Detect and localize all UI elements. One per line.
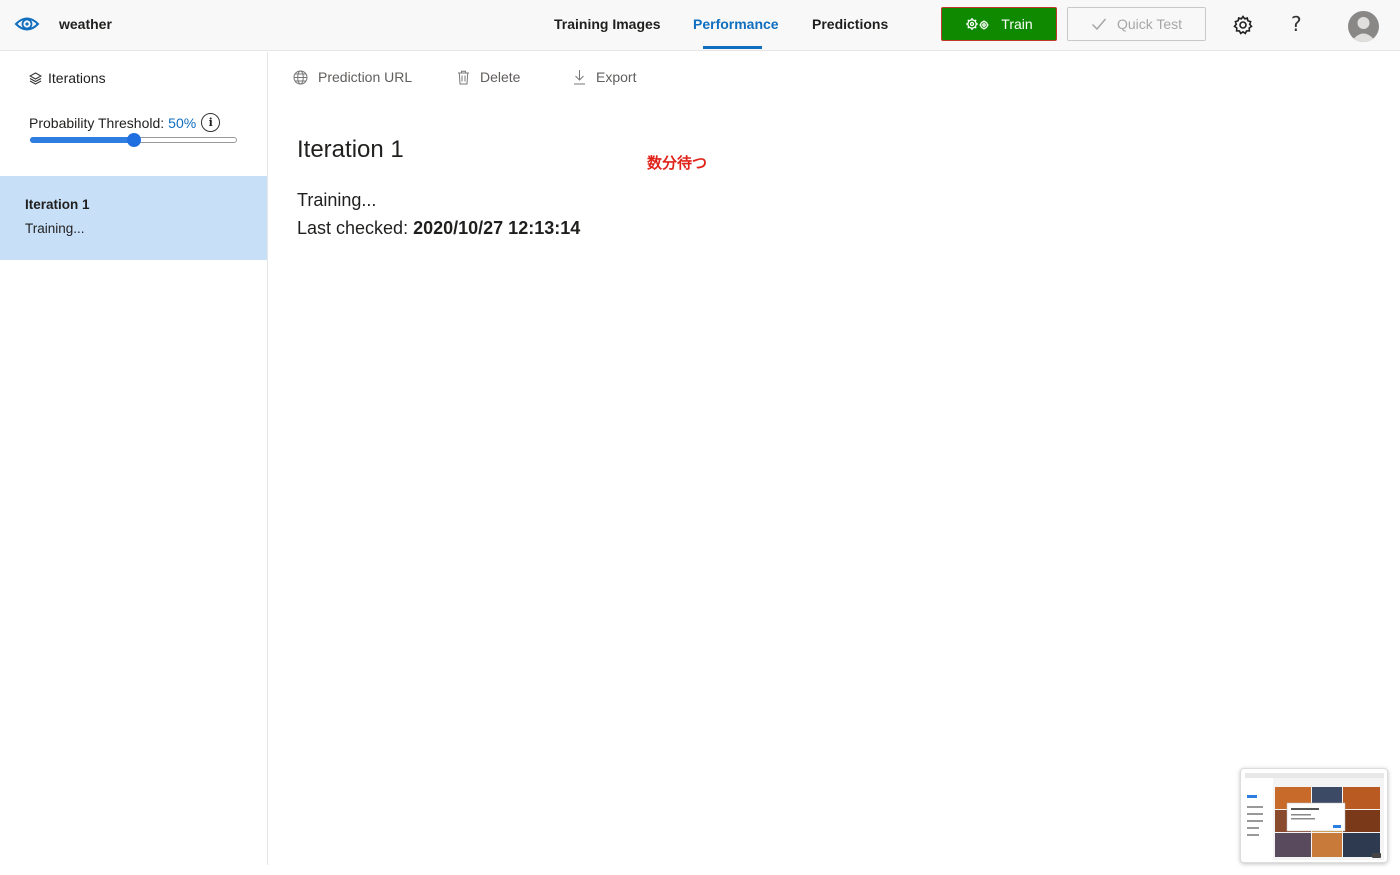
probability-threshold: Probability Threshold: 50% i [29,113,221,132]
settings-icon[interactable] [1232,14,1254,36]
video-thumbnail[interactable] [1240,768,1388,863]
threshold-slider[interactable] [30,133,237,147]
threshold-value: 50% [168,114,197,131]
quick-test-button[interactable]: Quick Test [1067,7,1206,41]
iteration-item-name: Iteration 1 [25,197,90,212]
last-checked-value: 2020/10/27 12:13:14 [413,218,581,238]
info-icon[interactable]: i [201,113,221,132]
export-button[interactable]: Export [573,69,636,85]
project-name[interactable]: weather [59,16,112,32]
quick-test-label: Quick Test [1116,16,1183,32]
active-tab-indicator [703,46,762,49]
avatar[interactable] [1348,11,1379,42]
layers-icon [29,71,42,85]
last-checked-label: Last checked: [297,218,409,238]
train-label: Train [1001,16,1033,32]
threshold-label: Probability Threshold: [29,114,165,131]
export-label: Export [596,69,637,85]
annotation-text: 数分待つ [647,155,708,172]
tab-training-images[interactable]: Training Images [554,16,661,32]
download-icon [574,70,585,85]
train-button[interactable]: Train [941,7,1057,41]
sidebar: Iterations Probability Threshold: 50% i … [0,52,268,865]
last-checked: Last checked: 2020/10/27 12:13:14 [297,218,580,239]
slider-fill [30,137,134,143]
iteration-item-status: Training... [25,221,85,236]
tab-predictions[interactable]: Predictions [812,16,888,32]
delete-label: Delete [480,69,521,85]
checkmark-icon [1091,18,1107,31]
iteration-item-1[interactable]: Iteration 1 Training... [0,176,267,260]
top-bar: weather Training Images Performance Pred… [0,0,1400,51]
thumbnail-preview-image [1245,773,1384,860]
globe-icon [293,70,308,84]
iterations-label: Iterations [48,70,106,86]
prediction-url-button[interactable]: Prediction URL [293,69,412,85]
help-icon[interactable]: ? [1291,12,1302,36]
slider-thumb[interactable] [126,133,141,147]
iterations-header: Iterations [29,70,106,86]
delete-button[interactable]: Delete [457,69,520,85]
trash-icon [458,70,469,84]
thumbnail-preview [1245,773,1384,860]
prediction-url-label: Prediction URL [318,69,413,85]
user-icon [1351,17,1376,42]
eye-logo-icon[interactable] [14,11,40,37]
tab-performance[interactable]: Performance [693,16,779,32]
iteration-title: Iteration 1 [297,136,404,163]
gears-icon [966,18,989,30]
training-status: Training... [297,190,377,210]
